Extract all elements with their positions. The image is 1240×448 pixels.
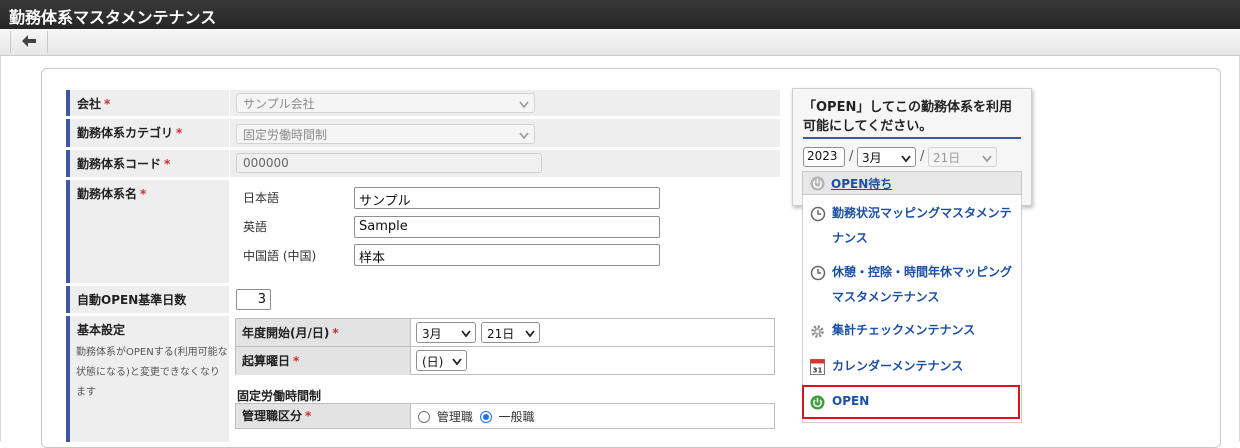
auto-open-label: 自動OPEN基準日数 [66, 286, 229, 313]
open-month-select[interactable]: 3月 [857, 147, 916, 167]
fiscal-start-month-select[interactable]: 3月 [416, 322, 476, 343]
open-highlight-box [802, 385, 1020, 419]
manager-class-row: 管理職区分 * 管理職 一般職 [236, 404, 774, 428]
fixed-hours-table: 管理職区分 * 管理職 一般職 [235, 403, 775, 429]
company-select: サンプル会社 [236, 93, 535, 113]
code-label: 勤務体系コード * [66, 150, 229, 177]
name-input-ja[interactable]: サンプル [354, 187, 660, 209]
chevron-down-icon [901, 152, 911, 166]
menu-item-calendar[interactable]: 31 カレンダーメンテナンス [803, 354, 1021, 379]
code-field: 000000 [236, 153, 542, 173]
manager-class-label: 管理職区分 * [236, 404, 411, 428]
calendar-icon: 31 [810, 358, 825, 384]
lang-label-zh: 中国語 (中国) [243, 249, 317, 263]
name-input-en[interactable]: Sample [354, 216, 660, 238]
back-button[interactable] [10, 31, 48, 53]
menu-item-work-status-mapping[interactable]: 勤務状況マッピングマスタメンテ ナンス [803, 201, 1021, 251]
calendar-icon-day: 31 [813, 367, 823, 375]
power-off-icon [810, 176, 825, 194]
category-label: 勤務体系カテゴリ * [66, 119, 229, 147]
radio-general[interactable] [479, 411, 492, 423]
fiscal-start-day-select[interactable]: 21日 [481, 322, 540, 343]
chevron-down-icon [525, 327, 535, 341]
start-weekday-row: 起算曜日 * (日) [236, 347, 774, 375]
open-day-select: 21日 [928, 147, 997, 167]
chevron-down-icon [519, 98, 529, 112]
manager-class-options: 管理職 一般職 [418, 408, 535, 425]
arrow-left-icon [22, 34, 36, 50]
menu-item-aggregation-check[interactable]: 集計チェックメンテナンス [803, 318, 1021, 343]
open-year-input[interactable]: 2023 [803, 147, 845, 167]
category-cell: 固定労働時間制 [230, 119, 780, 147]
code-cell: 000000 [230, 150, 780, 177]
clock-icon [810, 206, 826, 230]
app-title: 勤務体系マスタメンテナンス [0, 0, 1240, 29]
radio-manager[interactable] [418, 411, 430, 423]
start-weekday-label: 起算曜日 * [236, 347, 411, 375]
radio-general-label: 一般職 [498, 410, 535, 424]
open-status-link[interactable]: OPEN待ち [802, 171, 1022, 195]
menu-item-break-deduction-mapping[interactable]: 休憩・控除・時間年休マッピング マスタメンテナンス [803, 260, 1021, 310]
category-select: 固定労働時間制 [236, 124, 535, 144]
chevron-down-icon [461, 327, 471, 341]
date-separator: / [849, 149, 854, 164]
lang-label-ja: 日本語 [243, 191, 280, 205]
clock-icon [810, 265, 826, 289]
name-input-zh[interactable]: 样本 [354, 244, 660, 266]
chevron-down-icon [982, 152, 992, 166]
name-label: 勤務体系名 * [66, 180, 229, 283]
company-cell: サンプル会社 [230, 90, 780, 116]
name-cell: 日本語 サンプル 英語 Sample 中国語 (中国) 样本 [230, 180, 780, 283]
chevron-down-icon [452, 355, 462, 369]
radio-manager-label: 管理職 [436, 410, 473, 424]
start-weekday-select[interactable]: (日) [416, 350, 467, 371]
fixed-hours-section-title: 固定労働時間制 [237, 389, 322, 403]
basic-settings-table: 年度開始(月/日) * 3月 21日 起算曜日 * (日) [235, 318, 775, 375]
fiscal-start-row: 年度開始(月/日) * 3月 21日 [236, 319, 774, 347]
auto-open-cell: 3 [230, 286, 780, 313]
basic-settings-help: 勤務体系がOPENする(利用可能な状態になる)と変更できなくなります [76, 347, 228, 398]
toolbar [0, 29, 1240, 56]
lang-label-en: 英語 [243, 220, 268, 234]
auto-open-days-input[interactable]: 3 [236, 289, 271, 310]
company-label: 会社 * [66, 90, 229, 116]
gear-icon [810, 323, 825, 348]
date-separator: / [920, 149, 925, 164]
fiscal-start-label: 年度開始(月/日) * [236, 319, 411, 346]
open-message: 「OPEN」してこの勤務体系を利用可能にしてください。 [803, 98, 1021, 139]
open-status-label: OPEN待ち [831, 177, 893, 191]
chevron-down-icon [519, 129, 529, 143]
